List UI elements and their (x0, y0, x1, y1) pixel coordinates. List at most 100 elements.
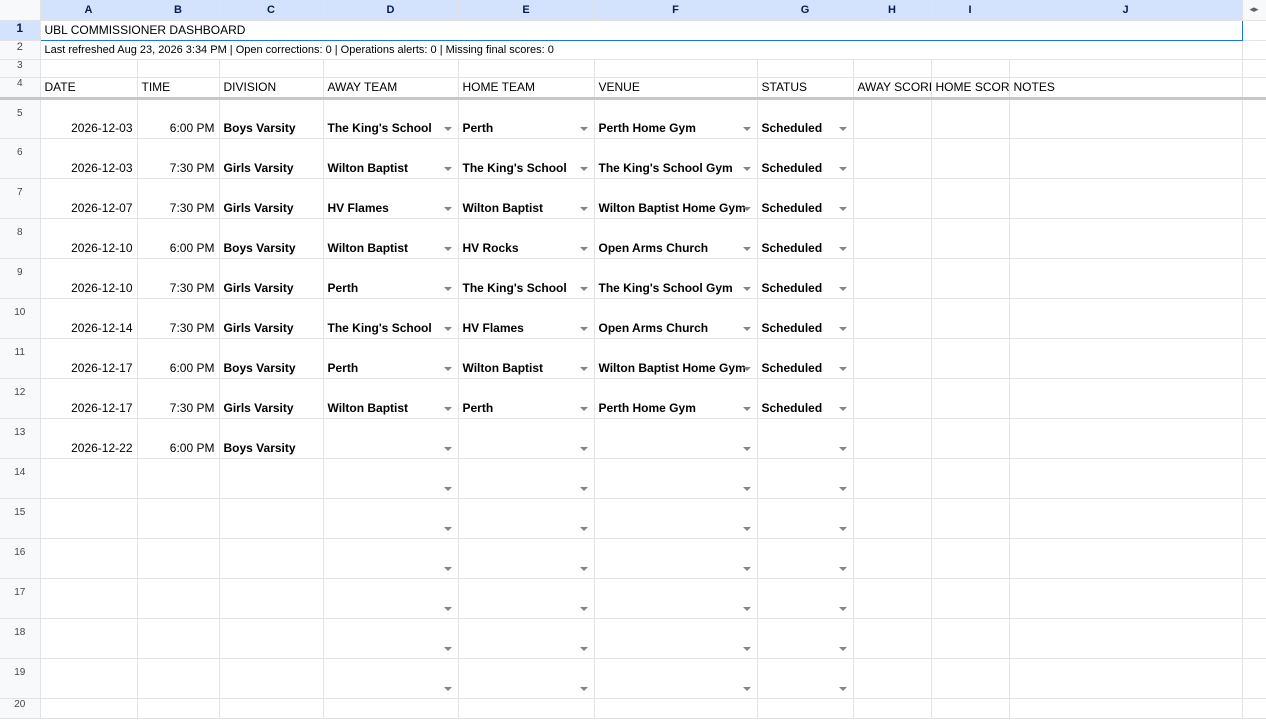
column-header-e[interactable]: E (458, 0, 595, 21)
home-score-cell[interactable] (931, 338, 1010, 379)
home-team-select[interactable]: The King's School (458, 138, 595, 179)
away-team-select[interactable] (323, 618, 459, 659)
venue-select[interactable]: Open Arms Church (594, 298, 758, 339)
home-score-cell[interactable] (931, 298, 1010, 339)
dropdown-arrow-icon[interactable] (443, 326, 452, 331)
row-header[interactable]: 16 (0, 538, 41, 579)
row-header[interactable]: 15 (0, 498, 41, 539)
away-team-select[interactable] (323, 578, 459, 619)
dropdown-arrow-icon[interactable] (443, 526, 452, 531)
column-header-a[interactable]: A (40, 0, 138, 21)
cell[interactable] (594, 59, 758, 78)
notes-cell[interactable] (1009, 538, 1243, 579)
home-score-cell[interactable] (931, 618, 1010, 659)
dropdown-arrow-icon[interactable] (579, 326, 588, 331)
date-cell[interactable]: 2026-12-17 (40, 378, 138, 419)
away-team-select[interactable]: Wilton Baptist (323, 218, 459, 259)
time-cell[interactable] (137, 458, 220, 499)
away-score-cell[interactable] (853, 178, 932, 219)
home-score-cell[interactable] (931, 258, 1010, 299)
column-header-d[interactable]: D (323, 0, 459, 21)
dropdown-arrow-icon[interactable] (443, 206, 452, 211)
cell[interactable] (219, 698, 324, 719)
row-header[interactable]: 3 (0, 59, 41, 78)
away-team-select[interactable]: Wilton Baptist (323, 138, 459, 179)
home-team-select[interactable] (458, 418, 595, 459)
dropdown-arrow-icon[interactable] (443, 166, 452, 171)
division-cell[interactable]: Boys Varsity (219, 218, 324, 259)
dashboard-title-cell[interactable]: UBL COMMISSIONER DASHBOARD (39, 19, 1243, 41)
venue-select[interactable]: Open Arms Church (594, 218, 758, 259)
notes-cell[interactable] (1009, 458, 1243, 499)
cell[interactable] (137, 59, 220, 78)
date-cell[interactable]: 2026-12-17 (40, 338, 138, 379)
column-header-c[interactable]: C (219, 0, 324, 21)
home-team-select[interactable] (458, 618, 595, 659)
header-cell-date[interactable]: DATE (40, 77, 138, 100)
away-score-cell[interactable] (853, 418, 932, 459)
time-cell[interactable]: 7:30 PM (137, 378, 220, 419)
notes-cell[interactable] (1009, 218, 1243, 259)
home-team-select[interactable]: Perth (458, 378, 595, 419)
time-cell[interactable]: 7:30 PM (137, 138, 220, 179)
cell[interactable] (458, 59, 595, 78)
dropdown-arrow-icon[interactable] (579, 166, 588, 171)
away-team-select[interactable]: HV Flames (323, 178, 459, 219)
division-cell[interactable]: Boys Varsity (219, 98, 324, 139)
dropdown-arrow-icon[interactable] (579, 686, 588, 691)
away-score-cell[interactable] (853, 458, 932, 499)
dropdown-arrow-icon[interactable] (838, 126, 847, 131)
division-cell[interactable] (219, 658, 324, 699)
select-all-corner[interactable] (0, 0, 41, 21)
away-score-cell[interactable] (853, 498, 932, 539)
home-team-select[interactable]: Wilton Baptist (458, 338, 595, 379)
away-score-cell[interactable] (853, 98, 932, 139)
cell[interactable] (1242, 218, 1266, 259)
row-header[interactable]: 7 (0, 178, 41, 219)
row-header[interactable]: 17 (0, 578, 41, 619)
notes-cell[interactable] (1009, 378, 1243, 419)
status-select[interactable]: Scheduled (757, 378, 854, 419)
cell[interactable] (1242, 20, 1266, 41)
dropdown-arrow-icon[interactable] (742, 126, 751, 131)
dropdown-arrow-icon[interactable] (838, 206, 847, 211)
status-select[interactable] (757, 618, 854, 659)
date-cell[interactable]: 2026-12-03 (40, 138, 138, 179)
dropdown-arrow-icon[interactable] (742, 286, 751, 291)
dropdown-arrow-icon[interactable] (579, 246, 588, 251)
header-cell-home-score[interactable]: HOME SCORE (931, 77, 1010, 100)
dropdown-arrow-icon[interactable] (579, 286, 588, 291)
cell[interactable] (219, 59, 324, 78)
division-cell[interactable] (219, 458, 324, 499)
home-score-cell[interactable] (931, 378, 1010, 419)
home-score-cell[interactable] (931, 578, 1010, 619)
cell[interactable] (1242, 77, 1266, 100)
dropdown-arrow-icon[interactable] (579, 646, 588, 651)
time-cell[interactable]: 6:00 PM (137, 338, 220, 379)
cell[interactable] (1242, 178, 1266, 219)
date-cell[interactable]: 2026-12-10 (40, 258, 138, 299)
date-cell[interactable] (40, 498, 138, 539)
header-cell-status[interactable]: STATUS (757, 77, 854, 100)
time-cell[interactable] (137, 498, 220, 539)
dropdown-arrow-icon[interactable] (579, 366, 588, 371)
cell[interactable] (1242, 458, 1266, 499)
dropdown-arrow-icon[interactable] (838, 246, 847, 251)
header-cell-notes[interactable]: NOTES (1009, 77, 1243, 100)
time-cell[interactable] (137, 618, 220, 659)
header-cell-division[interactable]: DIVISION (219, 77, 324, 100)
time-cell[interactable]: 6:00 PM (137, 218, 220, 259)
dropdown-arrow-icon[interactable] (838, 326, 847, 331)
dropdown-arrow-icon[interactable] (742, 566, 751, 571)
cell[interactable] (1009, 698, 1243, 719)
row-header[interactable]: 9 (0, 258, 41, 299)
away-team-select[interactable] (323, 498, 459, 539)
venue-select[interactable]: Wilton Baptist Home Gym (594, 338, 758, 379)
cell[interactable] (594, 698, 758, 719)
time-cell[interactable]: 7:30 PM (137, 258, 220, 299)
home-score-cell[interactable] (931, 218, 1010, 259)
dropdown-arrow-icon[interactable] (443, 246, 452, 251)
status-select[interactable]: Scheduled (757, 258, 854, 299)
home-score-cell[interactable] (931, 538, 1010, 579)
dropdown-arrow-icon[interactable] (443, 486, 452, 491)
